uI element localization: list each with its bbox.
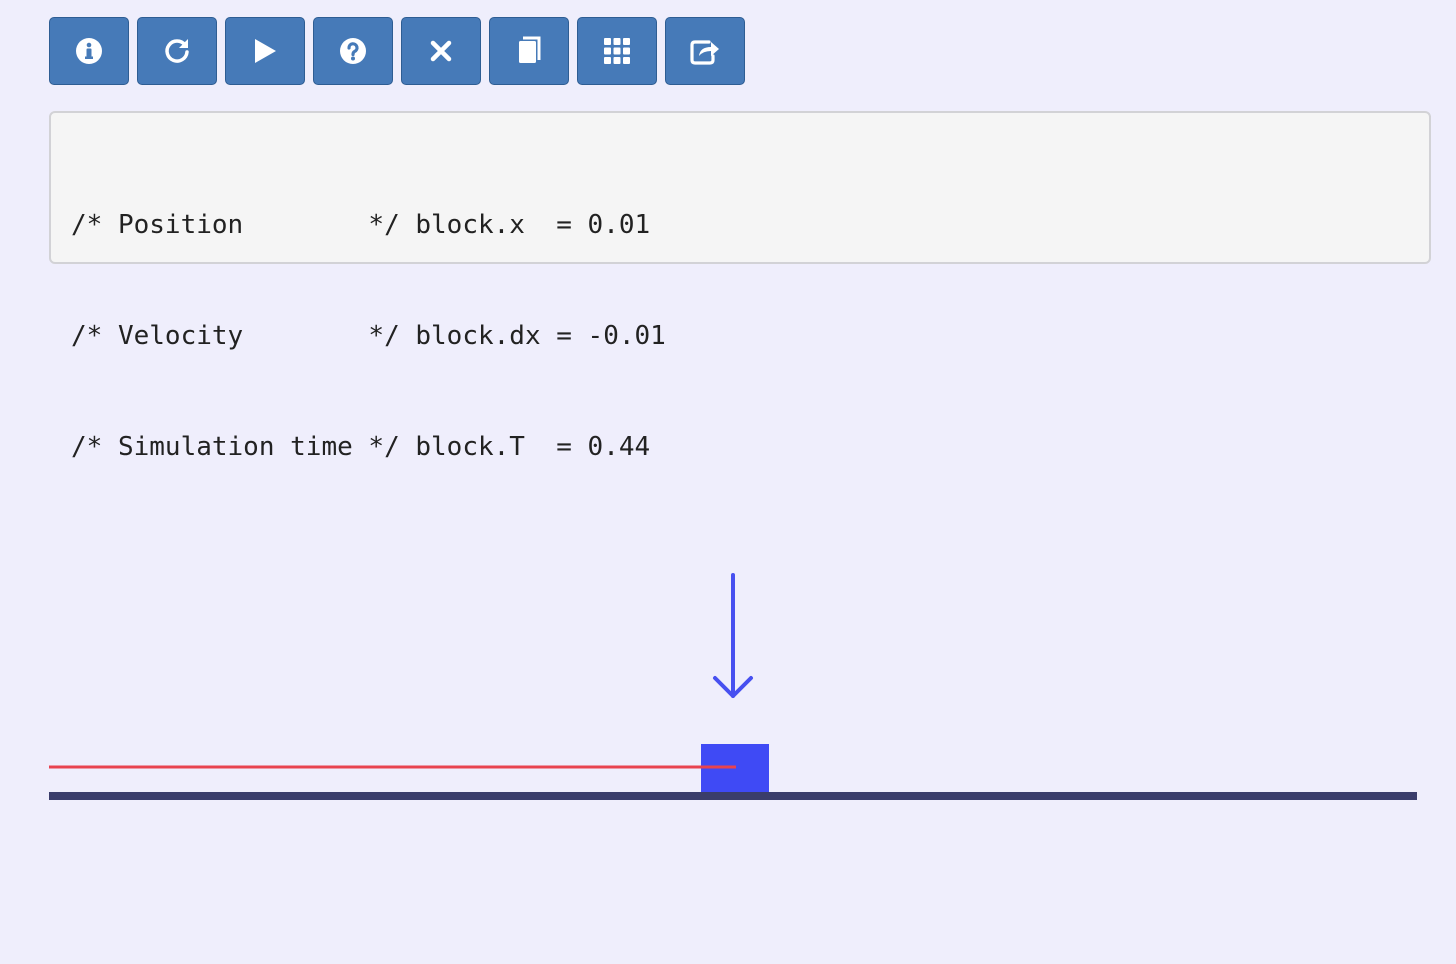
grid-icon [604, 38, 630, 64]
play-icon [255, 39, 276, 63]
book-icon [519, 36, 541, 63]
force-arrow [713, 573, 753, 698]
share-icon [690, 40, 719, 65]
share-button[interactable] [665, 17, 745, 85]
close-button[interactable] [401, 17, 481, 85]
help-icon [340, 38, 366, 64]
help-button[interactable] [313, 17, 393, 85]
reload-icon [165, 39, 189, 63]
block [701, 744, 769, 792]
time-line: /* Simulation time */ block.T = 0.44 [71, 432, 651, 462]
close-icon [430, 40, 452, 62]
info-icon [76, 38, 102, 64]
info-button[interactable] [49, 17, 129, 85]
reset-button[interactable] [137, 17, 217, 85]
state-readout: /* Position */ block.x = 0.01 /* Velocit… [49, 111, 1431, 462]
docs-button[interactable] [489, 17, 569, 85]
play-button[interactable] [225, 17, 305, 85]
apps-button[interactable] [577, 17, 657, 85]
toolbar [49, 17, 745, 85]
position-line: /* Position */ block.x = 0.01 [71, 210, 651, 240]
velocity-line: /* Velocity */ block.dx = -0.01 [71, 321, 666, 351]
